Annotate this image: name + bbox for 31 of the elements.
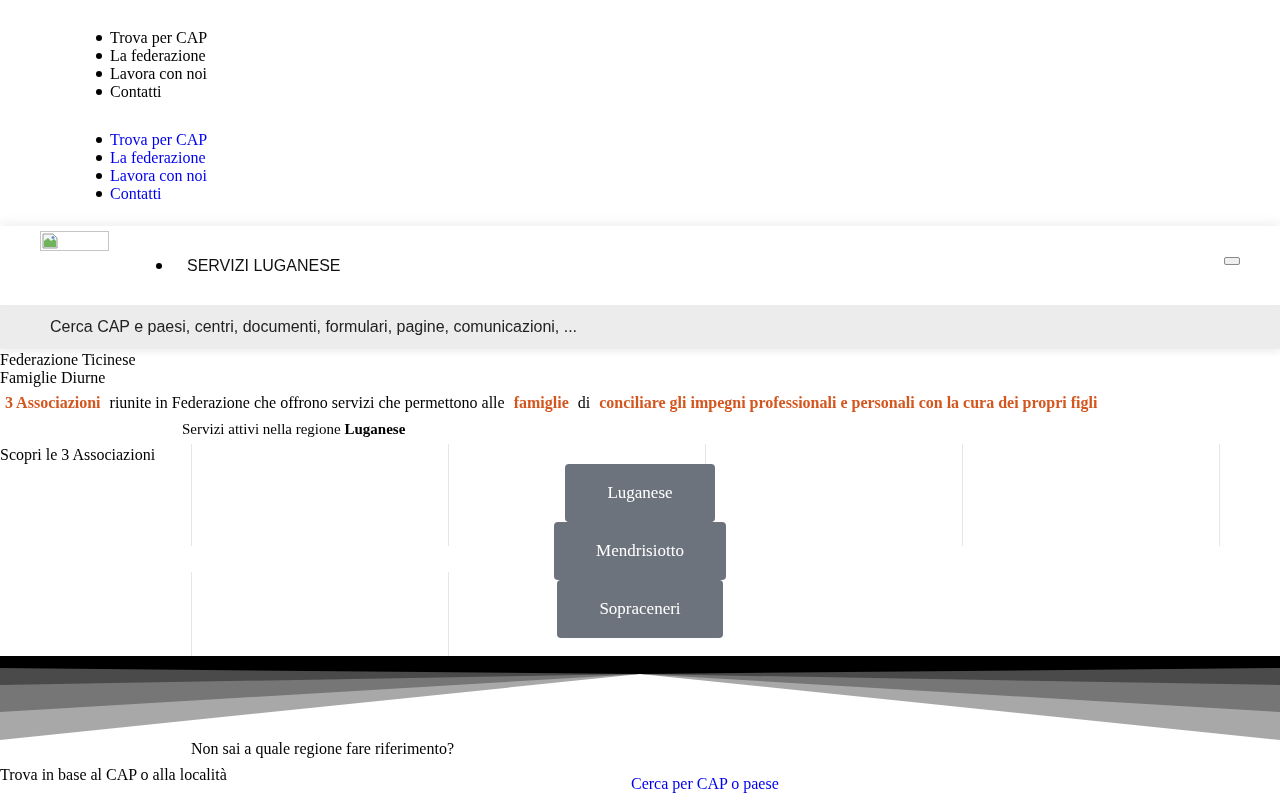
menu-item[interactable]: Contatti (110, 83, 162, 101)
search-field[interactable]: Cerca CAP e paesi, centri, documenti, formulari, pagine, comunicazioni, ... (0, 305, 1280, 349)
search-link[interactable]: Cerca per CAP o paese (631, 775, 779, 792)
hint-text: Trova in base al CAP o alla località (0, 766, 227, 785)
site-title: Federazione Ticinese Famiglie Diurne (0, 351, 137, 387)
bullet-icon (96, 137, 102, 143)
bullet-icon (96, 89, 102, 95)
bullet-icon (96, 35, 102, 41)
toggle-button[interactable] (1224, 257, 1240, 265)
broken-image-icon (42, 233, 58, 249)
region-button[interactable]: Mendrisiotto (554, 522, 726, 580)
question-text: Non sai a quale regione fare riferimento? (190, 740, 455, 758)
menu-link[interactable]: Contatti (110, 185, 162, 203)
menu-item[interactable]: La federazione (110, 47, 206, 65)
menu-link[interactable]: Trova per CAP (110, 131, 208, 149)
region-button[interactable]: Sopraceneri (557, 580, 723, 638)
bullet-icon (96, 173, 102, 179)
region-button[interactable]: Luganese (565, 464, 715, 522)
bullet-icon (96, 71, 102, 77)
bullet-icon (96, 53, 102, 59)
intro-text: 3 Associazioni riunite in Federazione che offrono servizi che permettono alle famiglie di conciliare gli impegni professionali e personali con la cura dei propri figli (4, 394, 1099, 412)
nav-item[interactable]: SERVIZI LUGANESE (187, 257, 341, 275)
bullet-icon (96, 155, 102, 161)
menu-item[interactable]: Trova per CAP (110, 29, 208, 47)
bullet-icon (156, 263, 162, 269)
menu-link[interactable]: Lavora con noi (110, 167, 207, 185)
region-note: Servizi attivi nella regione Luganese (181, 420, 407, 438)
bullet-icon (96, 191, 102, 197)
menu-item[interactable]: Lavora con noi (110, 65, 207, 83)
section-title: Scopri le 3 Associazioni (0, 446, 157, 464)
menu-link[interactable]: La federazione (110, 149, 206, 167)
